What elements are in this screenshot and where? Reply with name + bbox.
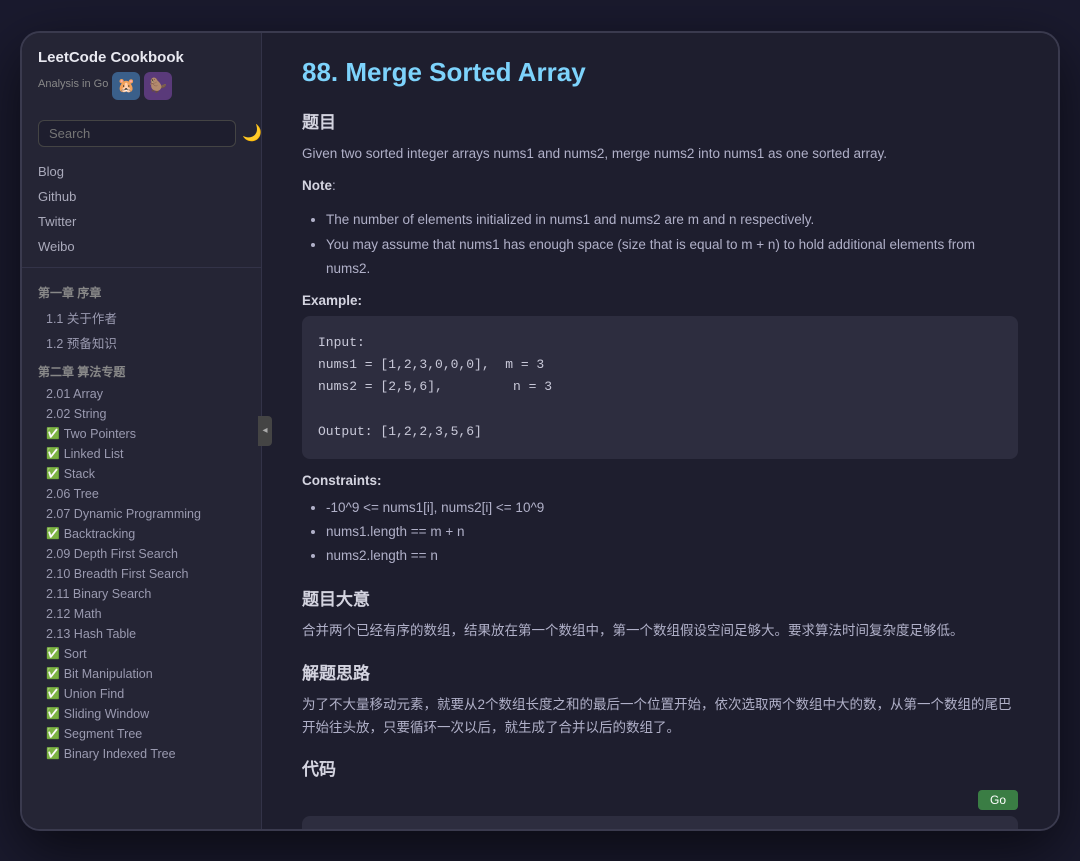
sidebar-toggle[interactable]: ◂ (258, 416, 272, 446)
sidebar-item-2-08[interactable]: ✅ Backtracking (38, 524, 245, 544)
sidebar-item-2-19[interactable]: ✅ Binary Indexed Tree (38, 744, 245, 764)
app-title: LeetCode Cookbook (38, 49, 245, 66)
note-bullet-1: The number of elements initialized in nu… (326, 208, 1018, 232)
sidebar: LeetCode Cookbook Analysis in Go 🐹 🦫 🌙 G… (22, 33, 262, 829)
note-bullet-2: You may assume that nums1 has enough spa… (326, 233, 1018, 282)
constraints-label: Constraints: (302, 473, 1018, 488)
code-section-title: 代码 (302, 755, 1018, 780)
sidebar-item-weibo[interactable]: Weibo (38, 234, 245, 259)
sidebar-item-2-14[interactable]: ✅ Sort (38, 644, 245, 664)
main-content: 88. Merge Sorted Array 题目 Given two sort… (262, 33, 1058, 829)
sidebar-item-2-04[interactable]: ✅ Linked List (38, 444, 245, 464)
summary-text: 合并两个已经有序的数组，结果放在第一个数组中，第一个数组假设空间足够大。要求算法… (302, 620, 1018, 643)
sidebar-item-2-10[interactable]: 2.10 Breadth First Search (38, 564, 245, 584)
tablet-frame: LeetCode Cookbook Analysis in Go 🐹 🦫 🌙 G… (20, 31, 1060, 831)
sidebar-item-twitter[interactable]: Twitter (38, 209, 245, 234)
summary-section-title: 题目大意 (302, 585, 1018, 610)
sidebar-item-2-02[interactable]: 2.02 String (38, 404, 245, 424)
note-label: Note: (302, 175, 1018, 198)
sidebar-item-2-12[interactable]: 2.12 Math (38, 604, 245, 624)
example-code-block: Input:nums1 = [1,2,3,0,0,0], m = 3nums2 … (302, 316, 1018, 458)
sidebar-nav: Blog Github Twitter Weibo (22, 159, 261, 259)
sidebar-item-2-06[interactable]: 2.06 Tree (38, 484, 245, 504)
sidebar-item-2-07[interactable]: 2.07 Dynamic Programming (38, 504, 245, 524)
constraints-bullets: -10^9 <= nums1[i], nums2[i] <= 10^9 nums… (302, 496, 1018, 569)
example-code-text: Input:nums1 = [1,2,3,0,0,0], m = 3nums2 … (318, 335, 552, 438)
sidebar-item-2-11[interactable]: 2.11 Binary Search (38, 584, 245, 604)
problem-desc: Given two sorted integer arrays nums1 an… (302, 143, 1018, 166)
constraint-1: -10^9 <= nums1[i], nums2[i] <= 10^9 (326, 496, 1018, 520)
chapter1-title: 第一章 序章 (38, 276, 245, 305)
app-container: LeetCode Cookbook Analysis in Go 🐹 🦫 🌙 G… (22, 33, 1058, 829)
sidebar-item-2-18[interactable]: ✅ Segment Tree (38, 724, 245, 744)
constraint-2: nums1.length == m + n (326, 520, 1018, 544)
go-icon-purple: 🦫 (144, 72, 172, 100)
sidebar-item-2-13[interactable]: 2.13 Hash Table (38, 624, 245, 644)
sidebar-item-1-2[interactable]: 1.2 预备知识 (38, 330, 245, 355)
sidebar-item-github[interactable]: Github (38, 184, 245, 209)
sidebar-item-1-1[interactable]: 1.1 关于作者 (38, 305, 245, 330)
sidebar-item-2-05[interactable]: ✅ Stack (38, 464, 245, 484)
constraint-3: nums2.length == n (326, 544, 1018, 568)
example-label: Example: (302, 293, 1018, 308)
page-title: 88. Merge Sorted Array (302, 57, 1018, 88)
sidebar-item-2-01[interactable]: 2.01 Array (38, 384, 245, 404)
problem-section-title: 题目 (302, 108, 1018, 133)
search-box: 🌙 GO (38, 120, 245, 147)
search-icons: 🌙 GO (242, 123, 262, 143)
go-icon-blue: 🐹 (112, 72, 140, 100)
sidebar-item-2-03[interactable]: ✅ Two Pointers (38, 424, 245, 444)
chapter2-title: 第二章 算法专题 (38, 355, 245, 384)
sidebar-item-2-09[interactable]: 2.09 Depth First Search (38, 544, 245, 564)
sidebar-item-blog[interactable]: Blog (38, 159, 245, 184)
moon-icon: 🌙 (242, 123, 262, 143)
search-input[interactable] (38, 120, 236, 147)
approach-section-title: 解题思路 (302, 659, 1018, 684)
sidebar-logo: LeetCode Cookbook Analysis in Go 🐹 🦫 (22, 49, 261, 112)
note-bullets: The number of elements initialized in nu… (302, 208, 1018, 281)
sidebar-divider-1 (22, 267, 261, 268)
tablet-inner: LeetCode Cookbook Analysis in Go 🐹 🦫 🌙 G… (22, 33, 1058, 829)
sidebar-chapter1: 第一章 序章 1.1 关于作者 1.2 预备知识 第二章 算法专题 2.01 A… (22, 276, 261, 764)
sidebar-item-2-17[interactable]: ✅ Sliding Window (38, 704, 245, 724)
sidebar-item-2-16[interactable]: ✅ Union Find (38, 684, 245, 704)
approach-text: 为了不大量移动元素，就要从2个数组长度之和的最后一个位置开始，依次选取两个数组中… (302, 694, 1018, 740)
code-header: Go (302, 790, 1018, 810)
logo-icons: 🐹 🦫 (112, 72, 172, 100)
go-button[interactable]: Go (978, 790, 1018, 810)
app-subtitle: Analysis in Go 🐹 🦫 (38, 68, 245, 100)
code-block: package leetcode func merge(nums1 []int,… (302, 816, 1018, 828)
sidebar-item-2-15[interactable]: ✅ Bit Manipulation (38, 664, 245, 684)
